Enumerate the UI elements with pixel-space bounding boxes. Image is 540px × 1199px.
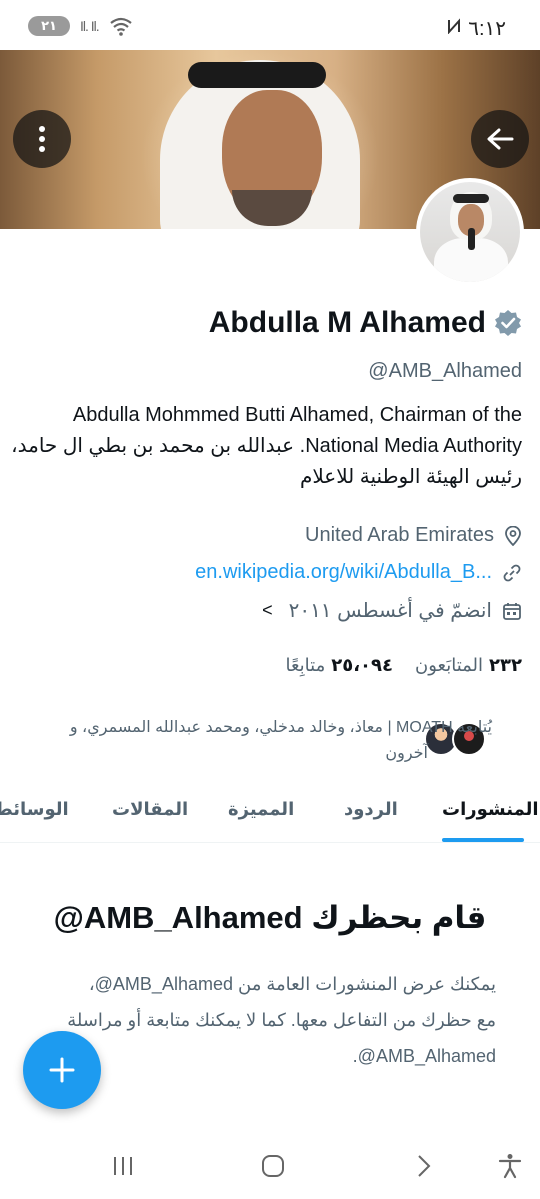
verified-badge-icon[interactable] <box>494 309 522 337</box>
active-tab-indicator <box>442 838 524 842</box>
blocked-message-line-1: يمكنك عرض المنشورات العامة من AMB_Alhame… <box>88 974 496 994</box>
system-nav-bar <box>0 1132 540 1199</box>
location-text: United Arab Emirates <box>305 524 494 546</box>
followers-count[interactable]: ٢٥،٠٩٤متابِعًا <box>285 655 393 676</box>
status-indicators: ٢١ Il. Il. <box>28 16 133 36</box>
home-button[interactable] <box>253 1146 293 1186</box>
accessibility-button[interactable] <box>490 1146 530 1186</box>
followed-by-others[interactable]: آخرون <box>385 743 428 763</box>
profile-website[interactable]: en.wikipedia.org/wiki/Abdulla_B... <box>195 561 522 584</box>
back-button[interactable] <box>471 110 529 168</box>
tab-posts[interactable]: المنشورات <box>442 799 539 820</box>
nfc-icon <box>448 18 460 34</box>
blocked-message: يمكنك عرض المنشورات العامة من AMB_Alhame… <box>36 966 496 1074</box>
tab-highlights[interactable]: المميزة <box>228 799 294 820</box>
status-bar: ٢١ Il. Il. ٦:١٢ <box>0 0 540 50</box>
accessibility-icon <box>498 1154 522 1179</box>
bio-line-3: رئيس الهيئة الوطنية للاعلام <box>299 466 522 488</box>
home-icon <box>262 1155 284 1177</box>
following-count[interactable]: ٢٣٢المتابَعون <box>415 655 522 676</box>
website-link[interactable]: en.wikipedia.org/wiki/Abdulla_B... <box>195 561 492 584</box>
compose-post-button[interactable] <box>23 1031 101 1109</box>
location-pin-icon <box>505 525 521 546</box>
following-label: المتابَعون <box>415 655 484 675</box>
status-time: ٦:١٢ <box>468 18 506 40</box>
profile-tabs: المنشورات الردود المميزة المقالات الوسائ… <box>0 785 540 843</box>
calendar-icon <box>503 602 521 620</box>
profile-name-row: Abdulla M Alhamed <box>209 306 522 340</box>
more-vertical-icon <box>39 126 45 152</box>
bio-line-1: Abdulla Mohmmed Butti Alhamed, Chairman … <box>72 404 522 426</box>
blocked-message-line-2: مع حظرك من التفاعل معها. كما لا يمكنك مت… <box>67 1010 496 1030</box>
wifi-icon <box>109 17 132 36</box>
profile-joined[interactable]: < انضمّ في أغسطس ٢٠١١ <box>262 598 522 623</box>
blocked-title: قام بحظرك AMB_Alhamed@ <box>53 900 487 935</box>
avatar-image <box>420 182 520 282</box>
plus-icon <box>49 1057 75 1083</box>
more-options-button[interactable] <box>13 110 71 168</box>
profile-location: United Arab Emirates <box>305 524 522 547</box>
profile-avatar[interactable] <box>416 178 524 286</box>
joined-text: انضمّ في أغسطس ٢٠١١ <box>288 600 492 622</box>
followers-label: متابِعًا <box>285 655 326 675</box>
followers-number: ٢٥،٠٩٤ <box>331 655 393 675</box>
profile-handle: @AMB_Alhamed <box>368 360 522 382</box>
recents-icon <box>114 1157 132 1175</box>
bio-line-2: National Media Authority. عبدالله بن محم… <box>11 435 522 457</box>
battery-icon: ٢١ <box>28 16 70 36</box>
blocked-message-line-3: AMB_Alhamed@. <box>352 1046 496 1066</box>
profile-bio: Abdulla Mohmmed Butti Alhamed, Chairman … <box>11 400 522 493</box>
follow-counts: ٢٣٢المتابَعون ٢٥،٠٩٤متابِعًا <box>285 655 522 676</box>
link-icon <box>503 564 521 581</box>
following-number: ٢٣٢ <box>489 655 522 675</box>
banner-portrait-agal <box>188 62 326 88</box>
tab-replies[interactable]: الردود <box>344 799 398 820</box>
signal-icon: Il. Il. <box>80 18 100 34</box>
display-name: Abdulla M Alhamed <box>208 306 486 339</box>
back-icon <box>418 1155 431 1177</box>
battery-level: ٢١ <box>41 18 57 33</box>
tab-articles[interactable]: المقالات <box>112 799 188 820</box>
avatar-microphone <box>468 228 475 250</box>
tab-media[interactable]: الوسائط <box>0 799 69 820</box>
nav-back-button[interactable] <box>404 1146 444 1186</box>
avatar-agal <box>453 194 489 203</box>
arrow-left-icon <box>487 128 514 150</box>
recents-button[interactable] <box>103 1146 143 1186</box>
followed-by-text[interactable]: يُتابعه MOATH | معاذ، وخالد مدخلي، ومحمد… <box>0 716 492 740</box>
chevron-left-icon: < <box>262 600 273 620</box>
